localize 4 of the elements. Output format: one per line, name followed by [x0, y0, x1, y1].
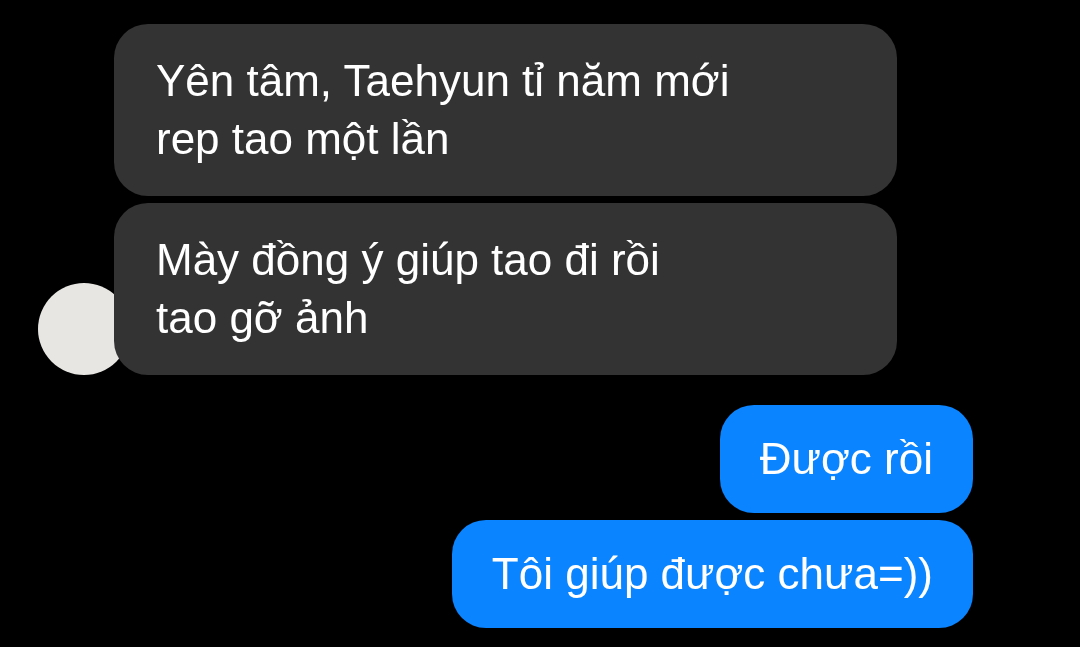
message-bubble: Tôi giúp được chưa=))	[451, 520, 973, 628]
message-bubble: Mày đồng ý giúp tao đi rồi tao gỡ ảnh	[114, 203, 897, 375]
message-bubble: Yên tâm, Taehyun tỉ năm mới rep tao một lần	[114, 24, 897, 196]
message-bubble: Được rồi	[719, 405, 973, 513]
